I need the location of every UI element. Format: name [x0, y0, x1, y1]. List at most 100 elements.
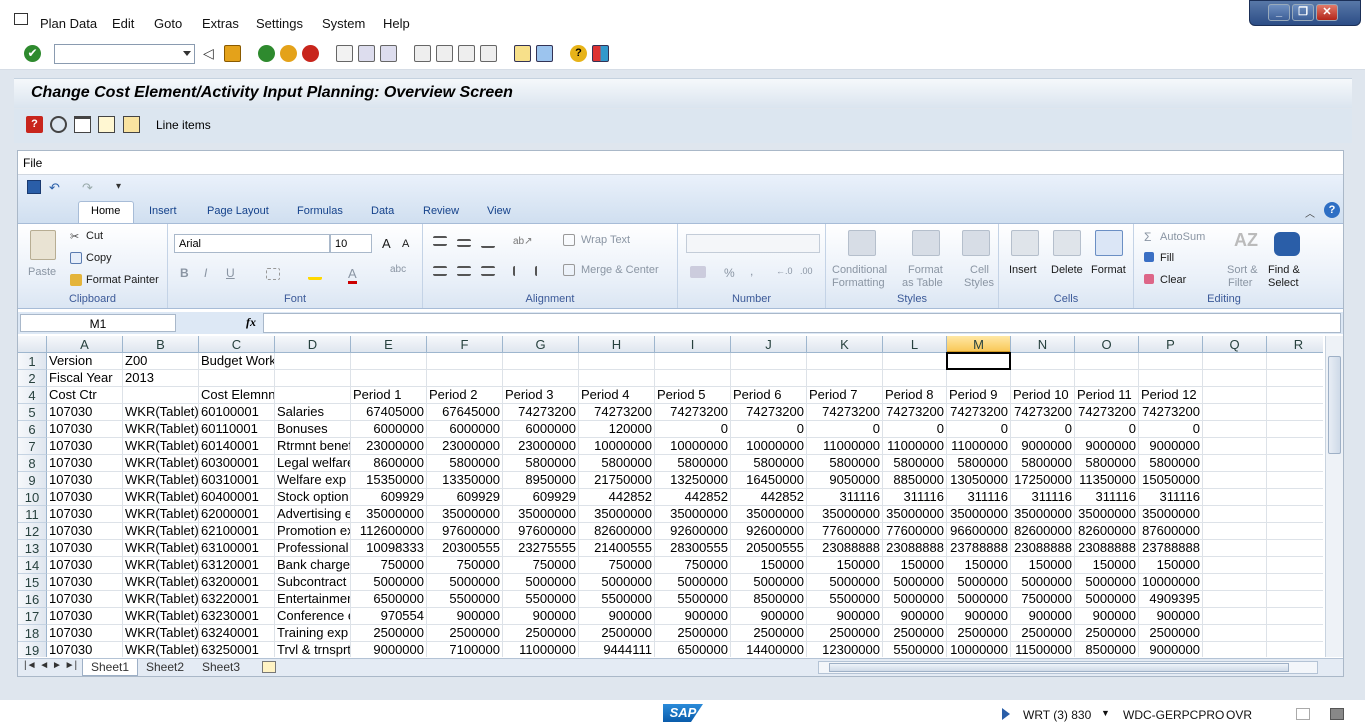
cell-d12[interactable]: Promotion ex: [275, 523, 351, 540]
cell-m8[interactable]: 5800000: [947, 455, 1011, 472]
cell-a17[interactable]: 107030: [47, 608, 123, 625]
cell-d8[interactable]: Legal welfare: [275, 455, 351, 472]
row-header-7[interactable]: 7: [18, 438, 47, 455]
sheet-tab-1[interactable]: Sheet1: [82, 659, 139, 676]
tab-page-layout[interactable]: Page Layout: [207, 205, 269, 217]
cell-o10[interactable]: 311116: [1075, 489, 1139, 506]
cell-g12[interactable]: 97600000: [503, 523, 579, 540]
row-header-6[interactable]: 6: [18, 421, 47, 438]
cell-a19[interactable]: 107030: [47, 642, 123, 657]
cell-n16[interactable]: 7500000: [1011, 591, 1075, 608]
cell-l4[interactable]: Period 8: [883, 387, 947, 404]
system-dropdown-icon[interactable]: ▼: [1101, 708, 1110, 718]
cell-q1[interactable]: [1203, 353, 1267, 370]
cell-p7[interactable]: 9000000: [1139, 438, 1203, 455]
cell-a13[interactable]: 107030: [47, 540, 123, 557]
cell-m19[interactable]: 10000000: [947, 642, 1011, 657]
menu-goto[interactable]: Goto: [154, 16, 182, 31]
row-header-9[interactable]: 9: [18, 472, 47, 489]
line-items-icon[interactable]: [123, 116, 140, 133]
cell-h15[interactable]: 5000000: [579, 574, 655, 591]
menu-help[interactable]: Help: [383, 16, 410, 31]
cell-styles-label2[interactable]: Styles: [964, 277, 994, 289]
cell-r1[interactable]: [1267, 353, 1323, 370]
row-header-1[interactable]: 1: [18, 353, 47, 370]
cell-l19[interactable]: 5500000: [883, 642, 947, 657]
cell-j6[interactable]: 0: [731, 421, 807, 438]
cell-i7[interactable]: 10000000: [655, 438, 731, 455]
cell-q5[interactable]: [1203, 404, 1267, 421]
middle-align-icon[interactable]: [457, 239, 471, 247]
cell-o17[interactable]: 900000: [1075, 608, 1139, 625]
save-icon[interactable]: [224, 45, 241, 62]
first-page-icon[interactable]: [414, 45, 431, 62]
cell-b16[interactable]: WKR(Tablet): [123, 591, 199, 608]
cell-b18[interactable]: WKR(Tablet): [123, 625, 199, 642]
cell-m4[interactable]: Period 9: [947, 387, 1011, 404]
format-as-table-label1[interactable]: Format: [908, 264, 943, 276]
format-button[interactable]: Format: [1091, 264, 1126, 276]
cell-h1[interactable]: [579, 353, 655, 370]
cell-g17[interactable]: 900000: [503, 608, 579, 625]
fx-icon[interactable]: fx: [246, 315, 256, 330]
row-header-4[interactable]: 4: [18, 387, 47, 404]
column-header-d[interactable]: D: [275, 336, 351, 353]
cell-a15[interactable]: 107030: [47, 574, 123, 591]
cell-d10[interactable]: Stock option: [275, 489, 351, 506]
cell-l7[interactable]: 11000000: [883, 438, 947, 455]
cell-g11[interactable]: 35000000: [503, 506, 579, 523]
cell-q17[interactable]: [1203, 608, 1267, 625]
decrease-decimal-icon[interactable]: .00: [800, 266, 813, 276]
cell-a1[interactable]: Version: [47, 353, 123, 370]
row-header-18[interactable]: 18: [18, 625, 47, 642]
cell-d6[interactable]: Bonuses: [275, 421, 351, 438]
cell-j18[interactable]: 2500000: [731, 625, 807, 642]
cell-k15[interactable]: 5000000: [807, 574, 883, 591]
cell-e19[interactable]: 9000000: [351, 642, 427, 657]
cell-r8[interactable]: [1267, 455, 1323, 472]
column-header-b[interactable]: B: [123, 336, 199, 353]
cell-r9[interactable]: [1267, 472, 1323, 489]
cell-m17[interactable]: 900000: [947, 608, 1011, 625]
cell-p9[interactable]: 15050000: [1139, 472, 1203, 489]
cell-p5[interactable]: 74273200: [1139, 404, 1203, 421]
cell-n10[interactable]: 311116: [1011, 489, 1075, 506]
cell-n17[interactable]: 900000: [1011, 608, 1075, 625]
cell-l18[interactable]: 2500000: [883, 625, 947, 642]
fill-button[interactable]: Fill: [1160, 252, 1174, 264]
cell-l17[interactable]: 900000: [883, 608, 947, 625]
cell-k9[interactable]: 9050000: [807, 472, 883, 489]
cell-i17[interactable]: 900000: [655, 608, 731, 625]
copy-button[interactable]: Copy: [86, 252, 112, 264]
cell-j2[interactable]: [731, 370, 807, 387]
cell-c17[interactable]: 63230001: [199, 608, 275, 625]
cell-e10[interactable]: 609929: [351, 489, 427, 506]
cell-k6[interactable]: 0: [807, 421, 883, 438]
cut-button[interactable]: Cut: [86, 230, 103, 242]
cell-b17[interactable]: WKR(Tablet): [123, 608, 199, 625]
cell-d16[interactable]: Entertainmer: [275, 591, 351, 608]
font-name-select[interactable]: Arial: [174, 234, 330, 253]
cell-d15[interactable]: Subcontract: [275, 574, 351, 591]
cell-o6[interactable]: 0: [1075, 421, 1139, 438]
align-right-icon[interactable]: [481, 266, 495, 276]
row-header-5[interactable]: 5: [18, 404, 47, 421]
cell-j4[interactable]: Period 6: [731, 387, 807, 404]
cell-c6[interactable]: 60110001: [199, 421, 275, 438]
cell-d19[interactable]: Trvl & trnsprt: [275, 642, 351, 657]
cell-a6[interactable]: 107030: [47, 421, 123, 438]
cell-j14[interactable]: 150000: [731, 557, 807, 574]
scroll-thumb[interactable]: [1328, 356, 1341, 454]
cell-i19[interactable]: 6500000: [655, 642, 731, 657]
cell-q8[interactable]: [1203, 455, 1267, 472]
cell-c2[interactable]: [199, 370, 275, 387]
row-header-11[interactable]: 11: [18, 506, 47, 523]
cell-g7[interactable]: 23000000: [503, 438, 579, 455]
cell-k5[interactable]: 74273200: [807, 404, 883, 421]
cell-g6[interactable]: 6000000: [503, 421, 579, 438]
cell-k4[interactable]: Period 7: [807, 387, 883, 404]
cell-b7[interactable]: WKR(Tablet): [123, 438, 199, 455]
close-icon[interactable]: ✕: [1316, 4, 1338, 21]
font-size-select[interactable]: 10: [330, 234, 372, 253]
cell-m10[interactable]: 311116: [947, 489, 1011, 506]
